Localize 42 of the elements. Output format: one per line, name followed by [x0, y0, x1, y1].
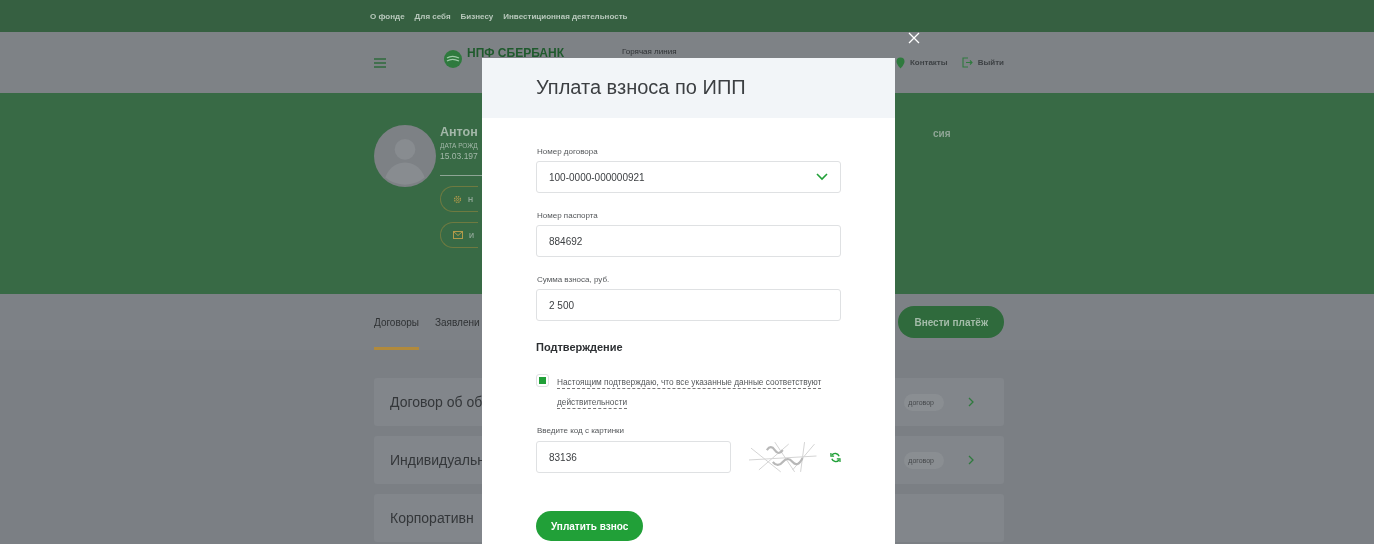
header-link[interactable]: Выйти [961, 57, 1004, 68]
select-field[interactable]: 100-0000-000000921 [536, 161, 841, 193]
profile-text: сия [933, 128, 951, 139]
contract-title: Индивидуальн [390, 452, 486, 468]
chevron-right-icon [968, 455, 974, 465]
confirmation-text: Настоящим подтверждаю, что все указанные данные соответствуют действительности [557, 377, 822, 407]
nav-link[interactable]: Для себя [414, 11, 451, 21]
contract-title: Корпоративн [390, 510, 474, 526]
nav-link[interactable]: О фонде [370, 11, 405, 21]
submit-button[interactable]: Уплатить взнос [536, 511, 644, 541]
contract-title: Договор об об [390, 394, 483, 410]
field-label: Номер паспорта [536, 211, 599, 220]
hotline-label: Горячая линия [622, 47, 677, 56]
section-heading: Подтверждение [536, 341, 624, 353]
captcha-image [748, 440, 819, 474]
logo-icon [443, 48, 463, 69]
field-label: Введите код с картинки [536, 426, 626, 435]
checkbox[interactable] [536, 374, 549, 387]
tab[interactable]: Договоры [374, 294, 419, 350]
logout-icon [961, 57, 973, 68]
captcha-field[interactable]: 83136 [536, 441, 731, 473]
dob-value: 15.03.197 [440, 151, 479, 161]
input-field[interactable]: 884692 [536, 225, 841, 257]
tab[interactable]: Заявлени [434, 294, 480, 350]
input-field[interactable]: 2 500 [536, 289, 841, 321]
profile-name: Антон [440, 125, 479, 139]
field-label: Номер договора [536, 147, 599, 156]
chevron-right-icon [968, 397, 974, 407]
header-link[interactable]: Контакты [895, 56, 948, 69]
pay-button[interactable]: Внести платёж [898, 306, 1004, 338]
gear-icon [453, 194, 462, 204]
nav-link[interactable]: Инвестиционная деятельность [503, 11, 628, 21]
logo-text: НПФ СБЕРБАНК [467, 45, 564, 60]
close-icon[interactable] [908, 32, 920, 44]
avatar-placeholder [374, 125, 436, 187]
chevron-down-icon [816, 173, 828, 181]
mail-icon [453, 231, 463, 239]
nav-link[interactable]: Бизнесу [460, 11, 494, 21]
refresh-icon[interactable] [830, 451, 841, 463]
field-label: Сумма взноса, руб. [536, 275, 611, 284]
modal-title: Уплата взноса по ИПП [536, 75, 746, 99]
location-pin-icon [895, 56, 905, 69]
